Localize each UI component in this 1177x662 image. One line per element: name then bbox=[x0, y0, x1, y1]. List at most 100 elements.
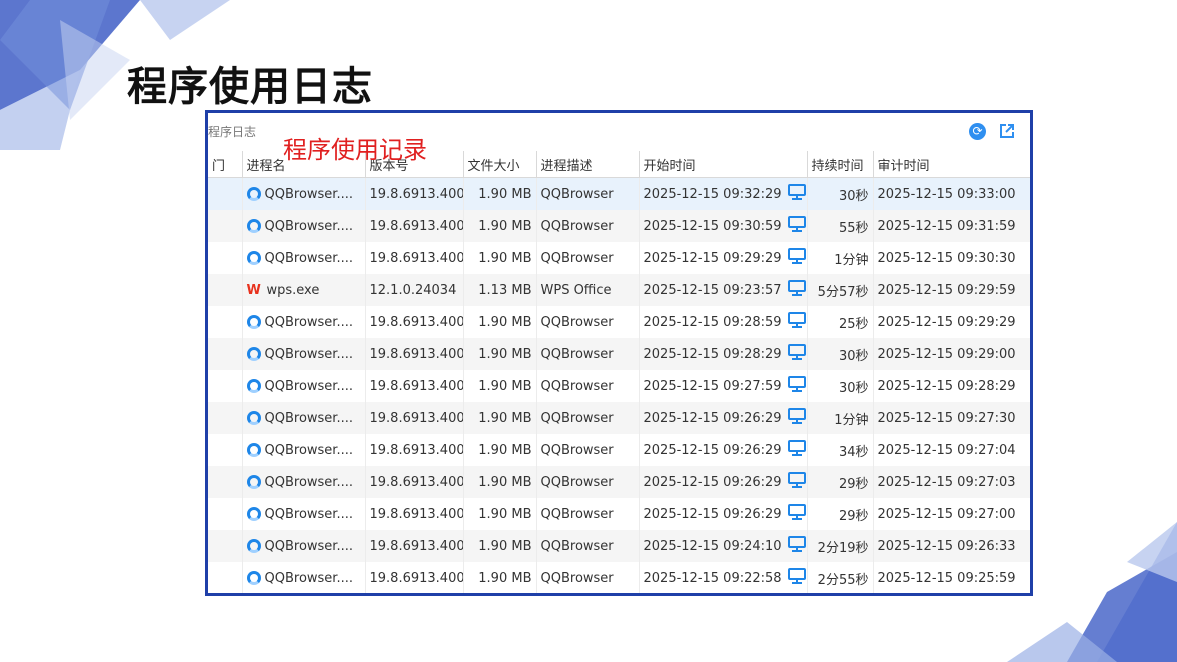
monitor-icon[interactable] bbox=[787, 344, 806, 364]
process-desc: QQBrowser bbox=[536, 370, 640, 402]
process-name: QQBrowser.... bbox=[264, 346, 353, 362]
monitor-icon[interactable] bbox=[787, 568, 806, 588]
audit-time: 2025-12-15 09:28:29 bbox=[877, 378, 1016, 394]
qqbrowser-icon bbox=[246, 187, 261, 201]
audit-time: 2025-12-15 09:30:30 bbox=[877, 250, 1016, 266]
duration: 29秒 bbox=[807, 498, 874, 530]
table-row[interactable]: QQBrowser.... 19.8.6913.400 1.90 MB QQBrows… bbox=[208, 466, 1030, 498]
version: 19.8.6913.400 bbox=[365, 177, 464, 210]
monitor-icon[interactable] bbox=[787, 472, 806, 492]
audit-time: 2025-12-15 09:27:30 bbox=[877, 410, 1016, 426]
duration: 30秒 bbox=[807, 177, 874, 210]
process-name: QQBrowser.... bbox=[264, 378, 353, 394]
window-title: 程序日志 bbox=[208, 125, 257, 139]
table-row[interactable]: QQBrowser.... 19.8.6913.400 1.90 MB QQBrows… bbox=[208, 177, 1030, 210]
file-size: 1.90 MB bbox=[463, 530, 537, 562]
table-row[interactable]: QQBrowser.... 19.8.6913.400 1.90 MB QQBrows… bbox=[208, 434, 1030, 466]
file-size: 1.13 MB bbox=[463, 274, 537, 306]
duration: 30秒 bbox=[807, 338, 874, 370]
export-icon[interactable] bbox=[998, 122, 1016, 140]
qqbrowser-icon bbox=[246, 251, 261, 265]
process-desc: QQBrowser bbox=[536, 177, 640, 210]
column-header-audit-time[interactable]: 审计时间 bbox=[873, 151, 1030, 178]
column-header-duration[interactable]: 持续时间 bbox=[807, 151, 874, 178]
process-desc: QQBrowser bbox=[536, 562, 640, 593]
door-cell bbox=[208, 306, 243, 338]
door-cell bbox=[208, 210, 243, 242]
table-row[interactable]: Wwps.exe 12.1.0.24034 1.13 MB WPS Office 202… bbox=[208, 274, 1030, 306]
version: 19.8.6913.400 bbox=[365, 370, 464, 402]
file-size: 1.90 MB bbox=[463, 177, 537, 210]
qqbrowser-icon bbox=[246, 315, 261, 329]
monitor-icon[interactable] bbox=[787, 536, 806, 556]
process-desc: QQBrowser bbox=[536, 466, 640, 498]
version: 19.8.6913.400 bbox=[365, 498, 464, 530]
table-row[interactable]: QQBrowser.... 19.8.6913.400 1.90 MB QQBrows… bbox=[208, 242, 1030, 274]
table-row[interactable]: QQBrowser.... 19.8.6913.400 1.90 MB QQBrows… bbox=[208, 370, 1030, 402]
column-header-door[interactable]: 门 bbox=[208, 151, 243, 178]
process-name: QQBrowser.... bbox=[264, 442, 353, 458]
file-size: 1.90 MB bbox=[463, 306, 537, 338]
door-cell bbox=[208, 274, 243, 306]
file-size: 1.90 MB bbox=[463, 562, 537, 593]
program-log-table: 门 进程名 版本号 文件大小 进程描述 开始时间 持续时间 审计时间 QQBro… bbox=[208, 151, 1030, 593]
version: 19.8.6913.400 bbox=[365, 434, 464, 466]
duration: 25秒 bbox=[807, 306, 874, 338]
monitor-icon[interactable] bbox=[787, 280, 806, 300]
table-row[interactable]: QQBrowser.... 19.8.6913.400 1.90 MB QQBrows… bbox=[208, 306, 1030, 338]
table-row[interactable]: QQBrowser.... 19.8.6913.400 1.90 MB QQBrows… bbox=[208, 498, 1030, 530]
start-time: 2025-12-15 09:29:29 bbox=[643, 250, 782, 266]
monitor-icon[interactable] bbox=[787, 376, 806, 396]
file-size: 1.90 MB bbox=[463, 498, 537, 530]
process-desc: WPS Office bbox=[536, 274, 640, 306]
duration: 2分19秒 bbox=[807, 530, 874, 562]
process-name: wps.exe bbox=[266, 282, 320, 298]
process-name: QQBrowser.... bbox=[264, 506, 353, 522]
file-size: 1.90 MB bbox=[463, 434, 537, 466]
file-size: 1.90 MB bbox=[463, 338, 537, 370]
door-cell bbox=[208, 177, 243, 210]
table-row[interactable]: QQBrowser.... 19.8.6913.400 1.90 MB QQBrows… bbox=[208, 210, 1030, 242]
qqbrowser-icon bbox=[246, 219, 261, 233]
monitor-icon[interactable] bbox=[787, 248, 806, 268]
column-header-start-time[interactable]: 开始时间 bbox=[639, 151, 808, 178]
process-desc: QQBrowser bbox=[536, 434, 640, 466]
monitor-icon[interactable] bbox=[787, 440, 806, 460]
start-time: 2025-12-15 09:26:29 bbox=[643, 410, 782, 426]
qqbrowser-icon bbox=[246, 475, 261, 489]
start-time: 2025-12-15 09:27:59 bbox=[643, 378, 782, 394]
monitor-icon[interactable] bbox=[787, 216, 806, 236]
process-desc: QQBrowser bbox=[536, 242, 640, 274]
refresh-icon[interactable]: ⟳ bbox=[969, 123, 986, 140]
program-log-window: 程序日志 程序使用记录 ⟳ 门 进程名 版本号 文件大小 进程描述 开始时间 持… bbox=[205, 110, 1033, 596]
start-time: 2025-12-15 09:28:59 bbox=[643, 314, 782, 330]
table-row[interactable]: QQBrowser.... 19.8.6913.400 1.90 MB QQBrows… bbox=[208, 402, 1030, 434]
duration: 5分57秒 bbox=[807, 274, 874, 306]
overlay-caption: 程序使用记录 bbox=[283, 136, 427, 164]
table-row[interactable]: QQBrowser.... 19.8.6913.400 1.90 MB QQBrows… bbox=[208, 530, 1030, 562]
column-header-process-desc[interactable]: 进程描述 bbox=[536, 151, 640, 178]
column-header-file-size[interactable]: 文件大小 bbox=[463, 151, 537, 178]
start-time: 2025-12-15 09:26:29 bbox=[643, 474, 782, 490]
table-row[interactable]: QQBrowser.... 19.8.6913.400 1.90 MB QQBrows… bbox=[208, 562, 1030, 593]
version: 19.8.6913.400 bbox=[365, 402, 464, 434]
monitor-icon[interactable] bbox=[787, 312, 806, 332]
start-time: 2025-12-15 09:32:29 bbox=[643, 186, 782, 202]
monitor-icon[interactable] bbox=[787, 184, 806, 204]
version: 19.8.6913.400 bbox=[365, 210, 464, 242]
duration: 34秒 bbox=[807, 434, 874, 466]
version: 12.1.0.24034 bbox=[365, 274, 464, 306]
process-name: QQBrowser.... bbox=[264, 410, 353, 426]
door-cell bbox=[208, 338, 243, 370]
monitor-icon[interactable] bbox=[787, 504, 806, 524]
qqbrowser-icon bbox=[246, 443, 261, 457]
start-time: 2025-12-15 09:30:59 bbox=[643, 218, 782, 234]
process-name: QQBrowser.... bbox=[264, 314, 353, 330]
monitor-icon[interactable] bbox=[787, 408, 806, 428]
qqbrowser-icon bbox=[246, 347, 261, 361]
process-name: QQBrowser.... bbox=[264, 250, 353, 266]
duration: 2分55秒 bbox=[807, 562, 874, 593]
table-row[interactable]: QQBrowser.... 19.8.6913.400 1.90 MB QQBrows… bbox=[208, 338, 1030, 370]
file-size: 1.90 MB bbox=[463, 242, 537, 274]
qqbrowser-icon bbox=[246, 571, 261, 585]
